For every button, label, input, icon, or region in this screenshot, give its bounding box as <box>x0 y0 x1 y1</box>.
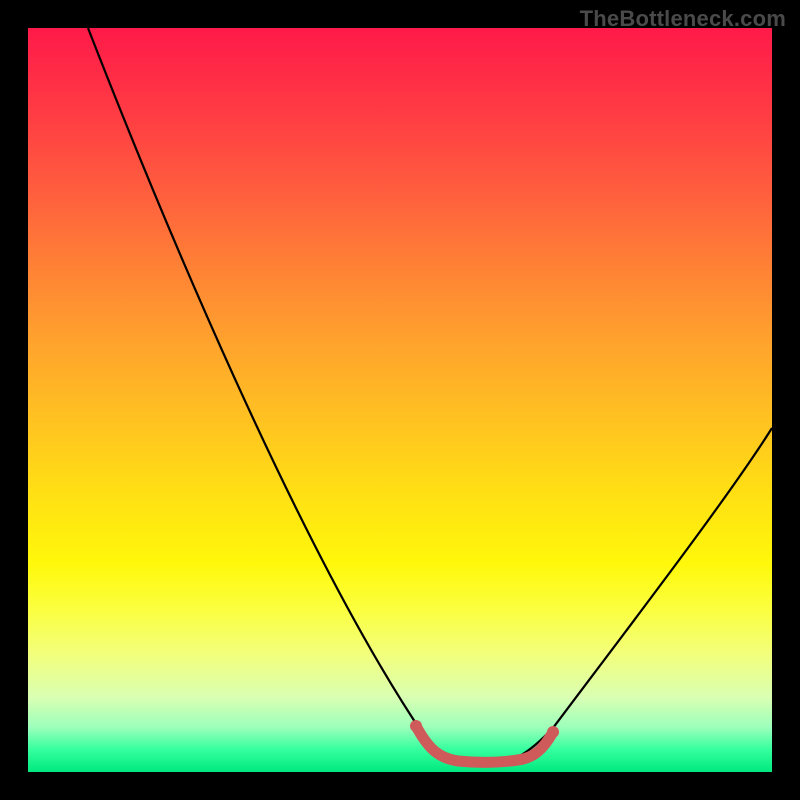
optimal-band-start-dot <box>410 720 422 732</box>
optimal-band-end-dot <box>547 726 559 738</box>
bottleneck-curve <box>88 28 772 764</box>
optimal-band <box>416 726 553 762</box>
plot-area <box>28 28 772 772</box>
curve-overlay <box>28 28 772 772</box>
chart-stage: TheBottleneck.com <box>0 0 800 800</box>
watermark-text: TheBottleneck.com <box>580 6 786 32</box>
